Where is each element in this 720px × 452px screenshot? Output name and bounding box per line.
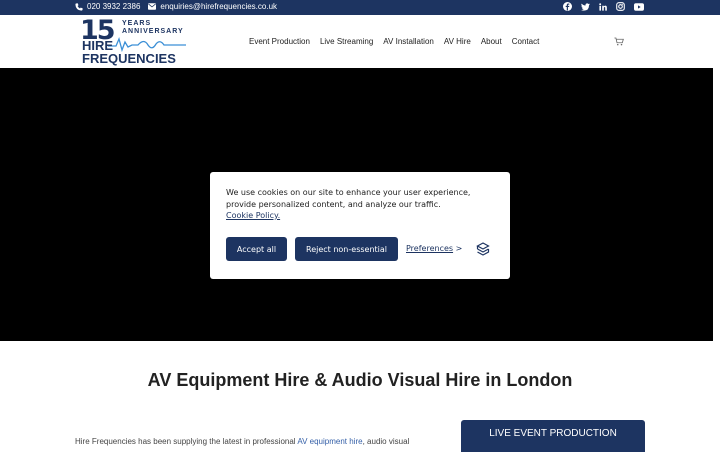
- nav-live-streaming[interactable]: Live Streaming: [320, 37, 373, 46]
- consent-brand-icon[interactable]: [476, 242, 490, 256]
- intro-paragraph: Hire Frequencies has been supplying the …: [75, 437, 410, 446]
- cookie-message: We use cookies on our site to enhance yo…: [226, 188, 471, 209]
- page-title: AV Equipment Hire & Audio Visual Hire in…: [147, 370, 573, 390]
- cart-icon[interactable]: [614, 37, 624, 46]
- site-header: 15 YEARS ANNIVERSARY HIRE FREQUENCIES Ev…: [0, 15, 720, 68]
- youtube-icon[interactable]: [634, 2, 644, 11]
- phone-link[interactable]: 020 3932 2386: [75, 2, 140, 11]
- phone-number: 020 3932 2386: [87, 2, 141, 11]
- contact-info: 020 3932 2386 enquiries@hirefrequencies.…: [75, 2, 277, 11]
- nav-event-production[interactable]: Event Production: [249, 37, 310, 46]
- nav-av-installation[interactable]: AV Installation: [383, 37, 434, 46]
- top-contact-bar: 020 3932 2386 enquiries@hirefrequencies.…: [0, 0, 720, 15]
- email-address: enquiries@hirefrequencies.co.uk: [160, 2, 278, 11]
- preferences-arrow: >: [455, 244, 463, 253]
- nav-contact[interactable]: Contact: [512, 37, 540, 46]
- logo-anniversary-text: YEARS ANNIVERSARY: [122, 20, 184, 35]
- preferences-link[interactable]: Preferences >: [406, 244, 462, 253]
- main-navigation: Event Production Live Streaming AV Insta…: [249, 37, 539, 46]
- preferences-label: Preferences: [406, 244, 454, 253]
- twitter-icon[interactable]: [581, 2, 590, 11]
- live-event-production-button[interactable]: LIVE EVENT PRODUCTION: [461, 420, 645, 452]
- logo-waveform-graphic: [108, 37, 186, 52]
- nav-about[interactable]: About: [481, 37, 502, 46]
- cookie-consent-dialog: We use cookies on our site to enhance yo…: [210, 172, 510, 279]
- email-link[interactable]: enquiries@hirefrequencies.co.uk: [148, 2, 277, 11]
- cookie-policy-link[interactable]: Cookie Policy.: [226, 211, 280, 220]
- facebook-icon[interactable]: [563, 2, 572, 11]
- instagram-icon[interactable]: [616, 2, 625, 11]
- reject-non-essential-button[interactable]: Reject non-essential: [295, 237, 398, 261]
- site-logo[interactable]: 15 YEARS ANNIVERSARY HIRE FREQUENCIES: [80, 15, 186, 66]
- nav-av-hire[interactable]: AV Hire: [444, 37, 471, 46]
- envelope-icon: [148, 3, 157, 10]
- social-links: [563, 2, 644, 11]
- accept-all-button[interactable]: Accept all: [226, 237, 287, 261]
- logo-word-frequencies: FREQUENCIES: [82, 51, 176, 66]
- phone-icon: [75, 2, 83, 11]
- av-equipment-hire-link[interactable]: AV equipment hire: [297, 437, 362, 446]
- page-edge: [713, 68, 720, 341]
- linkedin-icon[interactable]: [599, 2, 607, 11]
